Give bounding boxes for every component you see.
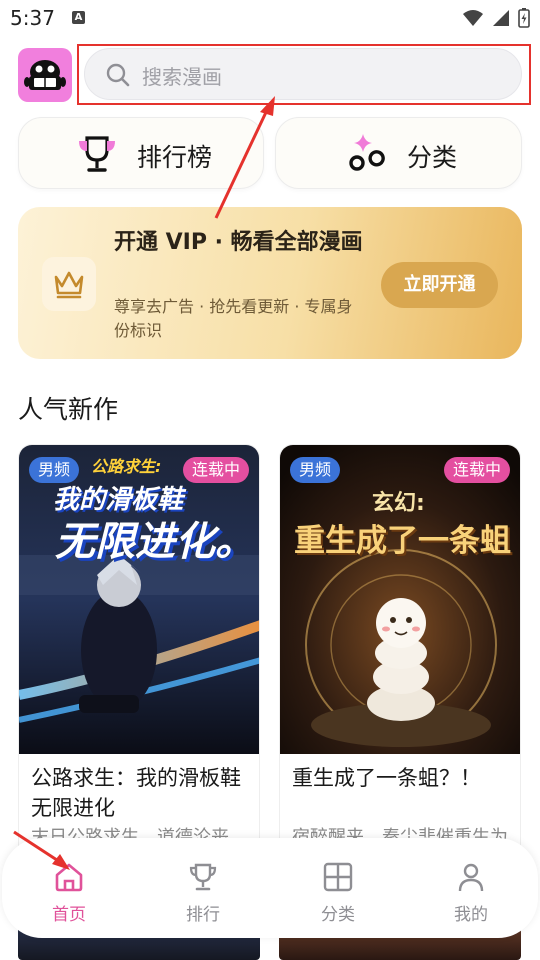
ranking-button-label: 排行榜 <box>137 143 213 172</box>
cover-text-top: 公路求生: <box>91 457 162 476</box>
home-icon <box>55 863 83 892</box>
category-button[interactable]: 分类 <box>275 117 522 189</box>
nav-profile[interactable]: 我的 <box>431 860 511 930</box>
status-notification-icon: A <box>72 11 85 24</box>
battery-icon <box>518 8 530 28</box>
nav-home-label: 首页 <box>52 905 86 925</box>
cover-text-top: 玄幻: <box>372 491 425 516</box>
vip-banner[interactable]: 开通 VIP · 畅看全部漫画 尊享去广告 · 抢先看更新 · 专属身份标识 立… <box>18 207 522 359</box>
ranking-button[interactable]: 排行榜 <box>18 117 264 189</box>
channel-badge: 男频 <box>29 457 80 483</box>
nav-category-label: 分类 <box>321 905 355 925</box>
bottom-nav: 首页 排行 分类 我的 <box>2 838 538 938</box>
comic-title: 公路求生：我的滑板鞋无限进化 <box>31 766 241 820</box>
search-icon <box>106 63 130 87</box>
comic-card[interactable]: 玄幻: 重生成了一条蛆 男频 连载中 重生成了一条蛆？！ 宿醉醒来，秦尘悲催重生… <box>279 444 521 864</box>
status-time: 5:37 <box>10 6 55 30</box>
search-input[interactable]: 搜索漫画 <box>84 48 522 100</box>
app-logo-icon <box>24 60 66 90</box>
status-bar: 5:37 A <box>0 0 540 36</box>
channel-badge: 男频 <box>290 457 341 483</box>
vip-crown-box <box>42 257 96 311</box>
nav-ranking-label: 排行 <box>186 905 220 925</box>
status-badge: 连载中 <box>443 457 510 483</box>
status-badge: 连载中 <box>182 457 249 483</box>
comic-card[interactable]: 公路求生: 我的滑板鞋 无限进化。 男频 连载中 公路求生：我的滑板鞋无限进化 … <box>18 444 260 864</box>
wifi-icon <box>463 10 483 26</box>
status-icons <box>462 8 530 28</box>
vip-subtitle: 尊享去广告 · 抢先看更新 · 专属身份标识 <box>114 297 353 340</box>
vip-title: 开通 VIP · 畅看全部漫画 <box>114 230 363 255</box>
comic-title: 重生成了一条蛆？！ <box>292 766 481 790</box>
crown-icon <box>54 271 84 299</box>
app-logo[interactable] <box>18 48 72 102</box>
category-shapes-icon <box>349 134 385 171</box>
trophy-icon <box>79 136 115 172</box>
category-button-label: 分类 <box>407 143 458 172</box>
nav-home[interactable]: 首页 <box>29 860 109 930</box>
nav-profile-label: 我的 <box>454 905 488 925</box>
section-title: 人气新作 <box>18 395 119 424</box>
nav-ranking[interactable]: 排行 <box>163 860 243 930</box>
person-icon <box>458 863 484 892</box>
grid-icon <box>323 862 353 892</box>
nav-category[interactable]: 分类 <box>298 860 378 930</box>
cover-text-big: 无限进化。 <box>55 519 255 565</box>
vip-subscribe-button[interactable]: 立即开通 <box>381 262 498 308</box>
cover-text-big: 重生成了一条蛆 <box>294 523 511 559</box>
search-placeholder: 搜索漫画 <box>142 65 222 89</box>
trophy-icon <box>189 863 217 891</box>
signal-icon <box>493 10 509 26</box>
